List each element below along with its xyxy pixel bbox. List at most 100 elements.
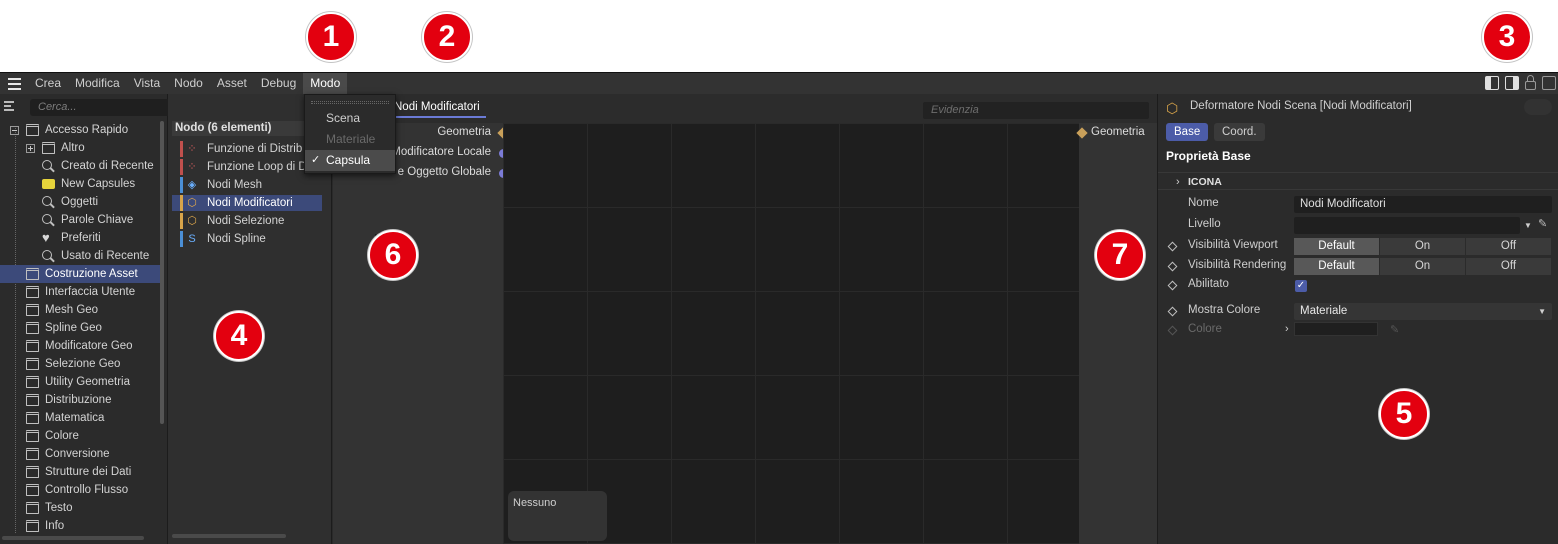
output-port-geometria[interactable] [1076, 127, 1088, 139]
tree-item[interactable]: Interfaccia Utente [0, 283, 160, 301]
hamburger-menu-icon[interactable] [0, 73, 28, 94]
abilitato-checkbox[interactable]: ✓ [1295, 280, 1307, 292]
tree-item[interactable]: ♥ Preferiti [0, 229, 160, 247]
tab-base[interactable]: Base [1166, 123, 1209, 141]
rendering-off-option[interactable]: Off [1466, 258, 1552, 275]
node-list-item[interactable]: ⬡ Nodi Selezione [172, 213, 322, 229]
chevron-right-icon[interactable]: › [1285, 323, 1289, 335]
node-list-item[interactable]: ◈ Nodi Mesh [172, 177, 322, 193]
callout-7: 7 [1095, 230, 1145, 280]
tree-item-label: Preferiti [61, 232, 101, 244]
tab-nodi-modificatori[interactable]: Nodi Modificatori [388, 100, 486, 118]
tree-item-label: Strutture dei Dati [45, 466, 132, 478]
animate-keyframe-icon[interactable] [1167, 306, 1178, 317]
tree-item[interactable]: Modificatore Geo [0, 337, 160, 355]
expand-icon[interactable] [26, 144, 35, 153]
viewport-off-option[interactable]: Off [1466, 238, 1552, 255]
node-list-item[interactable]: S Nodi Spline [172, 231, 322, 247]
tab-coord[interactable]: Coord. [1214, 123, 1265, 141]
animate-keyframe-icon[interactable] [1167, 280, 1178, 291]
menu-nodo[interactable]: Nodo [167, 73, 210, 94]
tree-item[interactable]: Spline Geo [0, 319, 160, 337]
rendering-default-option[interactable]: Default [1294, 258, 1380, 275]
rendering-on-option[interactable]: On [1380, 258, 1466, 275]
menu-modifica[interactable]: Modifica [68, 73, 127, 94]
param-colore: Colore › ✎ [1158, 322, 1558, 340]
deformer-object-icon: ⬡ [1166, 100, 1179, 116]
param-nome: Nome Nodi Modificatori [1158, 196, 1558, 214]
node-list-item[interactable]: ⁘ Funzione Loop di D [172, 159, 322, 175]
livello-field[interactable] [1294, 217, 1520, 234]
tree-item[interactable]: Accesso Rapido [0, 121, 160, 139]
animate-keyframe-icon[interactable] [1167, 241, 1178, 252]
collapse-icon[interactable] [10, 126, 19, 135]
lock-icon[interactable] [1525, 75, 1536, 90]
tree-item[interactable]: Colore [0, 427, 160, 445]
tree-item-label: Modificatore Geo [45, 340, 133, 352]
external-window-icon[interactable] [1542, 76, 1556, 90]
animate-keyframe-icon[interactable] [1167, 261, 1178, 272]
menu-debug[interactable]: Debug [254, 73, 303, 94]
attributes-panel: ⬡ Deformatore Nodi Scena [Nodi Modificat… [1157, 94, 1558, 544]
menu-item-capsula[interactable]: ✓ Capsula [305, 150, 395, 171]
eyedropper-icon[interactable]: ✎ [1538, 218, 1550, 230]
param-visibilita-viewport-label: Visibilità Viewport [1188, 239, 1278, 251]
param-livello-label: Livello [1188, 218, 1221, 230]
checkmark-icon: ✓ [311, 154, 321, 166]
menu-item-scena[interactable]: Scena [305, 108, 395, 129]
tree-item[interactable]: Strutture dei Dati [0, 463, 160, 481]
graph-canvas[interactable]: Geometria Modificatore Locale e Oggetto … [333, 123, 1157, 544]
tree-item[interactable]: Testo [0, 499, 160, 517]
tree-item[interactable]: Creato di Recente [0, 157, 160, 175]
menu-asset[interactable]: Asset [210, 73, 254, 94]
tree-item[interactable]: New Capsules [0, 175, 160, 193]
tree-item[interactable]: Conversione [0, 445, 160, 463]
navigator-minimap[interactable]: Nessuno [508, 491, 607, 541]
menu-vista[interactable]: Vista [127, 73, 167, 94]
tree-item[interactable]: Oggetti [0, 193, 160, 211]
nome-field[interactable]: Nodi Modificatori [1294, 196, 1552, 213]
node-list-scrollbar[interactable] [172, 534, 286, 538]
menu-tearoff-handle[interactable] [311, 101, 389, 104]
tree-horizontal-scrollbar[interactable] [2, 536, 144, 540]
group-icona[interactable]: › ICONA [1158, 172, 1558, 190]
tree-item-label: Spline Geo [45, 322, 102, 334]
tree-item[interactable]: Distribuzione [0, 391, 160, 409]
tree-item[interactable]: Usato di Recente [0, 247, 160, 265]
node-list-item-label: Nodi Selezione [207, 215, 285, 227]
tree-scrollbar[interactable] [160, 121, 164, 424]
chevron-down-icon: ▼ [1538, 307, 1546, 316]
toggle-right-panel-icon[interactable] [1505, 76, 1519, 90]
viewport-on-option[interactable]: On [1380, 238, 1466, 255]
tree-item[interactable]: Parole Chiave [0, 211, 160, 229]
menu-crea[interactable]: Crea [28, 73, 68, 94]
collapse-panel-icon[interactable] [4, 100, 20, 112]
output-ports-column: Geometria [1076, 123, 1157, 544]
tree-item-label: Interfaccia Utente [45, 286, 136, 298]
tree-item[interactable]: Selezione Geo [0, 355, 160, 373]
mesh-cube-icon: ◈ [187, 179, 197, 191]
distribution-icon: ⁘ [187, 161, 197, 173]
livello-dropdown-icon[interactable]: ▼ [1524, 217, 1532, 234]
highlight-search-input[interactable]: Evidenzia [923, 102, 1149, 119]
menu-modo[interactable]: Modo [303, 73, 348, 94]
node-list-item[interactable]: ⬡ Nodi Modificatori [172, 195, 322, 211]
tree-item[interactable]: Altro [0, 139, 160, 157]
tree-item-label: Matematica [45, 412, 105, 424]
tree-item-label: Altro [61, 142, 85, 154]
node-list-item[interactable]: ⁘ Funzione di Distrib [172, 141, 322, 157]
tree-item[interactable]: Costruzione Asset [0, 265, 160, 283]
database-icon [26, 376, 39, 388]
graph-grid[interactable] [503, 123, 1079, 544]
tree-item[interactable]: Mesh Geo [0, 301, 160, 319]
viewport-default-option[interactable]: Default [1294, 238, 1380, 255]
tree-item[interactable]: Controllo Flusso [0, 481, 160, 499]
category-color-strip [180, 195, 183, 211]
mostra-colore-select[interactable]: Materiale ▼ [1294, 303, 1552, 320]
toggle-left-panel-icon[interactable] [1485, 76, 1499, 90]
attributes-mode-toggle[interactable] [1524, 99, 1552, 115]
tree-item[interactable]: Info [0, 517, 160, 535]
tree-item[interactable]: Matematica [0, 409, 160, 427]
selection-icon: ⬡ [187, 215, 197, 227]
tree-item[interactable]: Utility Geometria [0, 373, 160, 391]
